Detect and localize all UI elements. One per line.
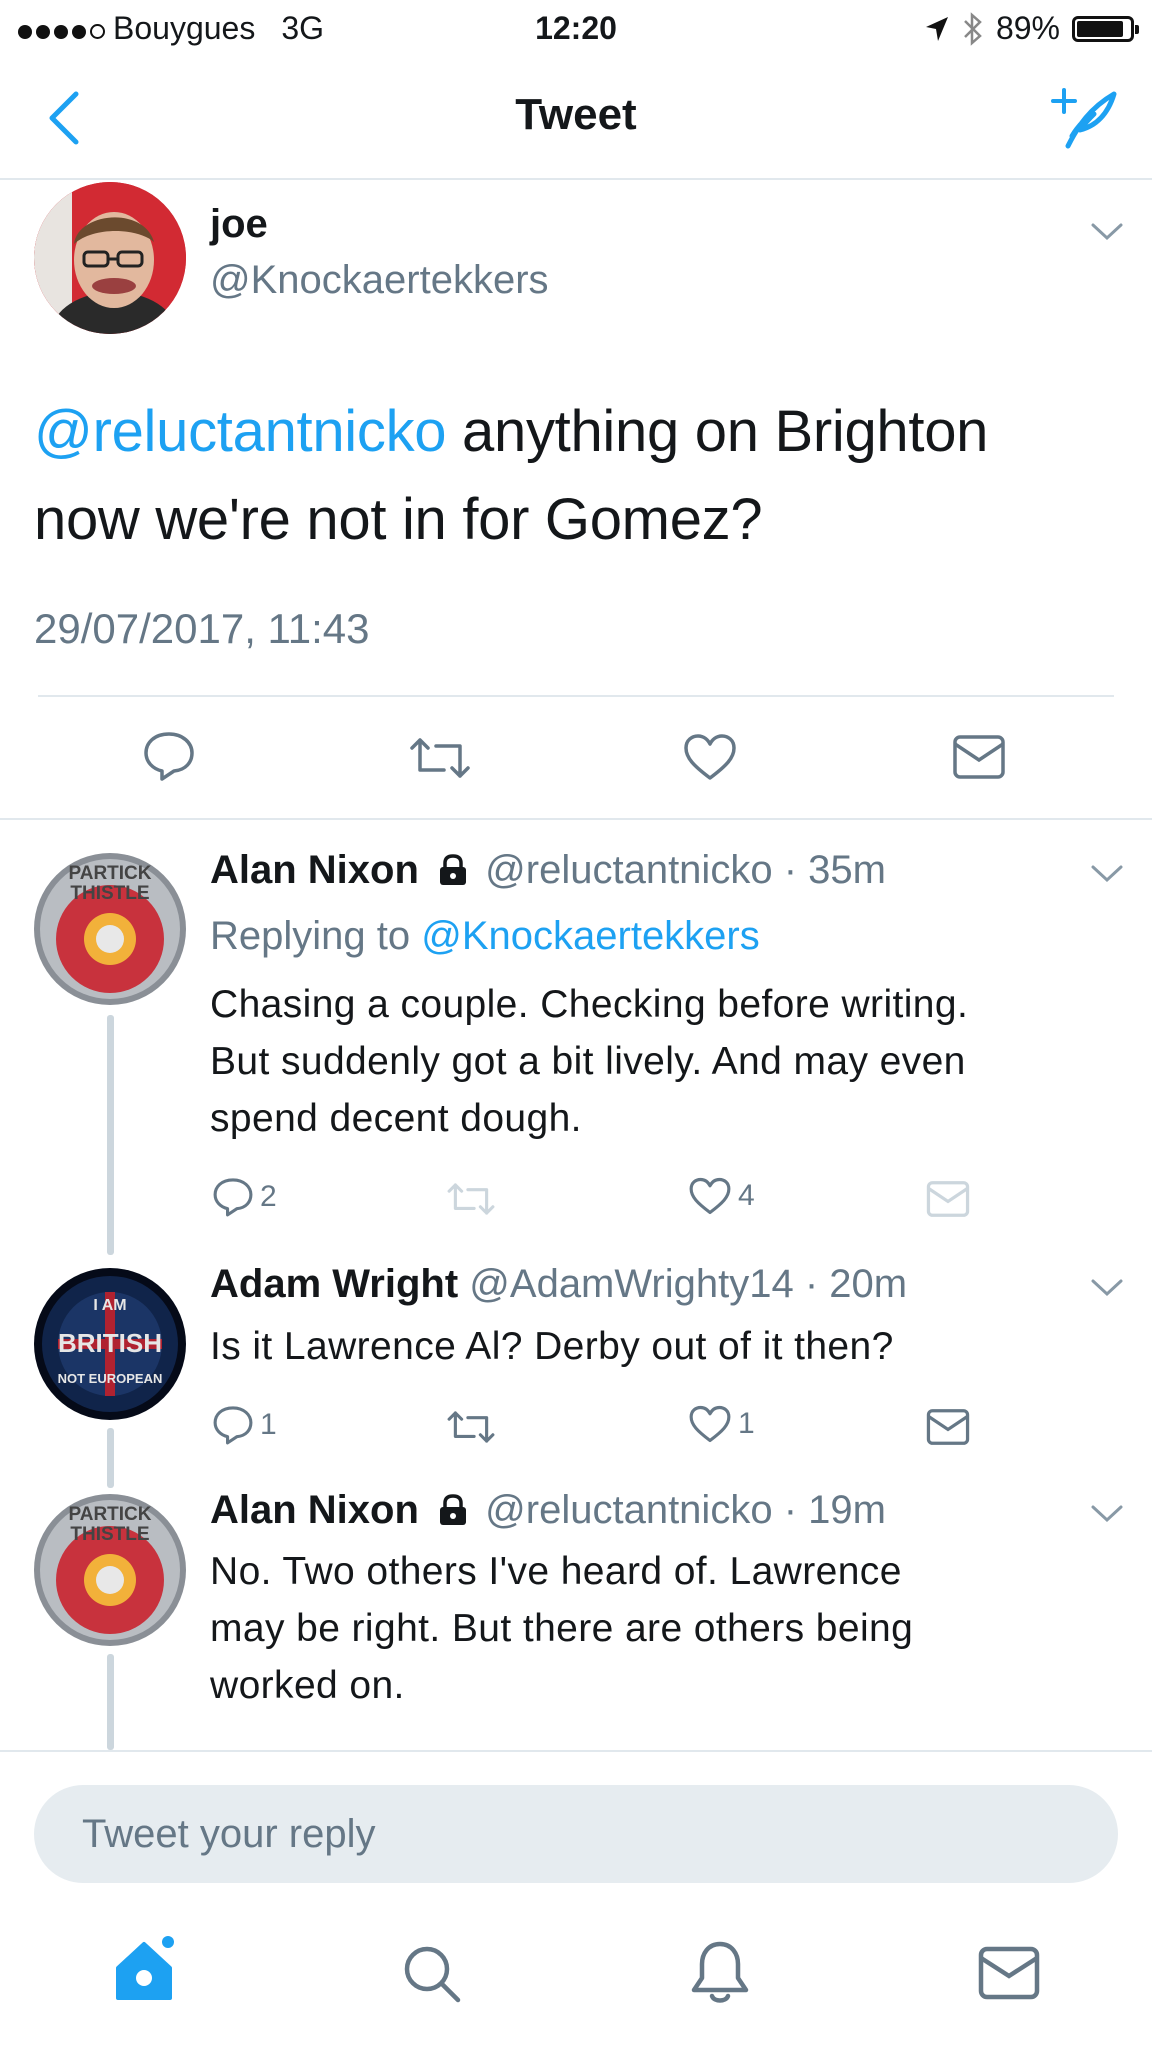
message-icon[interactable]	[926, 1408, 970, 1446]
reply-time: 19m	[808, 1488, 886, 1532]
messages-icon[interactable]	[978, 1946, 1040, 2000]
reply-separator: ·	[783, 1488, 798, 1532]
reply-count: 1	[260, 1408, 277, 1441]
like-count: 4	[738, 1179, 755, 1212]
reply-text-line: Is it Lawrence Al? Derby out of it then?	[210, 1325, 894, 1368]
chevron-down-icon[interactable]	[1090, 1278, 1124, 1298]
replying-to-link[interactable]: @Knockaertekkers	[421, 914, 760, 958]
avatar-text-line: NOT EUROPEAN	[58, 1371, 163, 1386]
thread-line	[107, 1654, 114, 1750]
reply-text-line: spend decent dough.	[210, 1097, 582, 1140]
avatar-badge-text-top: PARTICK	[68, 1504, 151, 1525]
reply-icon[interactable]	[212, 1404, 254, 1446]
reply-author-name[interactable]: Alan Nixon	[210, 1488, 419, 1532]
tweet-text-line2: now we're not in for Gomez?	[34, 487, 763, 552]
replying-to-line: Replying to @Knockaertekkers	[210, 914, 760, 959]
reply-text: Is it Lawrence Al? Derby out of it then?	[210, 1318, 1130, 1375]
reply-input[interactable]: Tweet your reply	[34, 1785, 1118, 1883]
message-icon[interactable]	[926, 1180, 970, 1218]
author-handle[interactable]: @Knockaertekkers	[210, 258, 549, 303]
like-icon[interactable]	[682, 732, 738, 782]
avatar-text-line: BRITISH	[58, 1328, 162, 1358]
reply-author-name[interactable]: Alan Nixon	[210, 848, 419, 892]
reply-action[interactable]: 2	[212, 1176, 277, 1218]
reply-action[interactable]: 1	[212, 1404, 277, 1446]
reply-icon[interactable]	[212, 1176, 254, 1218]
avatar-badge-text-top: PARTICK	[68, 863, 151, 884]
reply-icon[interactable]	[142, 730, 196, 782]
chevron-down-icon[interactable]	[1090, 1504, 1124, 1524]
reply-time: 35m	[808, 848, 886, 892]
reply-text-line: worked on.	[210, 1664, 405, 1707]
like-icon[interactable]	[688, 1176, 732, 1216]
replying-to-label: Replying to	[210, 914, 422, 958]
like-icon[interactable]	[688, 1404, 732, 1444]
tab-bar	[0, 1900, 1152, 2048]
thread-line	[107, 1015, 114, 1255]
reply-header: Alan Nixon @reluctantnicko · 19m	[210, 1488, 886, 1533]
lock-icon	[440, 1494, 467, 1525]
tweet-mention-link[interactable]: @reluctantnicko	[34, 399, 447, 464]
status-right: 89%	[924, 10, 1139, 47]
compose-tweet-icon[interactable]	[1050, 86, 1120, 150]
like-count: 1	[738, 1407, 755, 1440]
reply-avatar[interactable]: PARTICK THISTLE	[34, 1494, 186, 1646]
divider	[0, 818, 1152, 820]
message-icon[interactable]	[952, 734, 1006, 780]
thread-line	[107, 1428, 114, 1488]
battery-icon	[1072, 15, 1139, 42]
notifications-icon[interactable]	[690, 1940, 750, 2006]
retweet-icon[interactable]	[446, 1408, 496, 1446]
like-action[interactable]: 1	[688, 1404, 755, 1444]
bluetooth-icon	[964, 11, 982, 46]
home-icon[interactable]	[112, 1936, 180, 2004]
reply-avatar[interactable]: PARTICK THISTLE	[34, 853, 186, 1005]
page-title: Tweet	[515, 90, 637, 139]
author-name[interactable]: joe	[210, 202, 268, 247]
status-bar: Bouygues 3G 12:20 89%	[0, 0, 1152, 58]
retweet-icon[interactable]	[446, 1180, 496, 1218]
reply-text-line: No. Two others I've heard of. Lawrence	[210, 1550, 902, 1593]
retweet-icon[interactable]	[408, 734, 472, 782]
reply-avatar[interactable]: I AM BRITISH NOT EUROPEAN	[34, 1268, 186, 1420]
battery-percent: 89%	[995, 10, 1060, 46]
reply-header: Adam Wright @AdamWrighty14 · 20m	[210, 1262, 907, 1307]
reply-text-line: But suddenly got a bit lively. And may e…	[210, 1040, 966, 1083]
author-avatar[interactable]	[34, 182, 186, 334]
reply-author-name[interactable]: Adam Wright	[210, 1262, 458, 1306]
reply-text-line: Chasing a couple. Checking before writin…	[210, 983, 969, 1026]
reply-text: No. Two others I've heard of. Lawrence m…	[210, 1543, 1130, 1714]
reply-text-line: may be right. But there are others being	[210, 1607, 914, 1650]
reply-count: 2	[260, 1180, 277, 1213]
like-action[interactable]: 4	[688, 1176, 755, 1216]
reply-input-placeholder: Tweet your reply	[82, 1811, 376, 1856]
reply-author-handle[interactable]: @reluctantnicko	[485, 1488, 772, 1532]
search-icon[interactable]	[402, 1944, 462, 2004]
lock-icon	[440, 854, 467, 885]
tweet-timestamp: 29/07/2017, 11:43	[34, 605, 370, 652]
avatar-badge-text-bottom: THISTLE	[70, 883, 149, 904]
avatar-badge-text-bottom: THISTLE	[70, 1524, 149, 1545]
tweet-text-line1: anything on Brighton	[446, 399, 989, 464]
location-arrow-icon	[925, 16, 948, 41]
reply-text: Chasing a couple. Checking before writin…	[210, 976, 1130, 1147]
reply-author-handle[interactable]: @reluctantnicko	[485, 848, 772, 892]
chevron-down-icon[interactable]	[1090, 222, 1124, 242]
navigation-bar: Tweet	[0, 58, 1152, 180]
divider	[38, 695, 1114, 697]
reply-author-handle[interactable]: @AdamWrighty14	[469, 1262, 793, 1306]
chevron-down-icon[interactable]	[1090, 864, 1124, 884]
tweet-text: @reluctantnicko anything on Brighton now…	[34, 388, 1124, 564]
reply-separator: ·	[804, 1262, 819, 1306]
reply-separator: ·	[783, 848, 798, 892]
avatar-text-line: I AM	[93, 1297, 126, 1314]
reply-header: Alan Nixon @reluctantnicko · 35m	[210, 848, 886, 893]
reply-time: 20m	[829, 1262, 908, 1306]
